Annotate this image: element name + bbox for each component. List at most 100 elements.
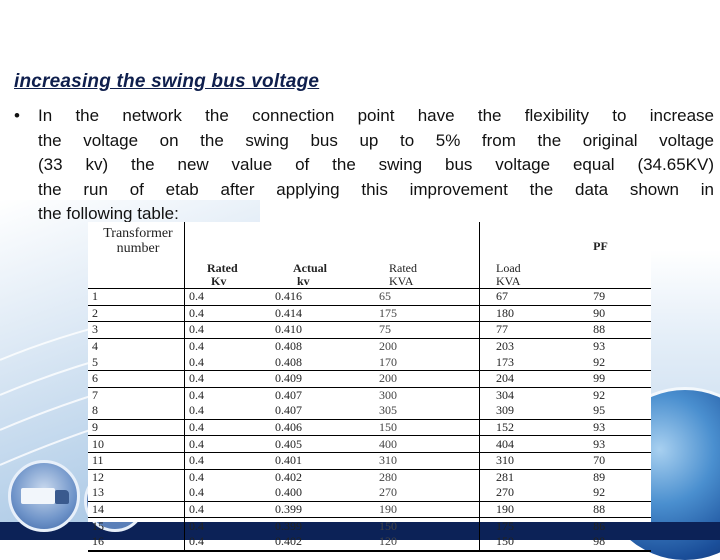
- cell-rated-kva: 305: [375, 403, 480, 420]
- cell-actual-kv: 0.402: [271, 533, 375, 552]
- cell-transformer-number: 12: [88, 469, 185, 486]
- cell-pf: 93: [553, 435, 651, 453]
- cell-rated-kva: 190: [375, 501, 480, 519]
- cell-rated-kv: 0.4: [189, 387, 204, 402]
- header-text: number: [116, 241, 160, 256]
- cell-rated-kva: 280: [379, 469, 397, 484]
- transformer-table: Transformer number Rated Kv Actual kv Ra…: [88, 222, 651, 552]
- cell-transformer-number: 3: [88, 321, 185, 339]
- cell-rated-kv: 0.4: [184, 305, 271, 323]
- cell-load-kva: 180: [479, 305, 554, 323]
- header-load-kva: Load KVA: [479, 222, 554, 289]
- cell-load-kva: 204: [479, 370, 554, 388]
- cell-load-kva: 404: [479, 435, 554, 453]
- cell-transformer-number: 9: [88, 419, 185, 437]
- cell-rated-kva: 175: [375, 305, 480, 323]
- cell-rated-kv: 0.4: [184, 321, 271, 339]
- cell-load-kva: 152: [479, 419, 554, 437]
- table-row: 3 0.4 0.410 75 77 88: [88, 321, 651, 339]
- cell-transformer-number: 2: [88, 305, 185, 323]
- header-rated-kv: Rated Kv: [184, 222, 271, 289]
- cell-actual-kv: 0.409: [271, 370, 375, 388]
- cell-actual-kv: 0.414: [271, 305, 375, 323]
- bullet-line: the voltage on the swing bus up to 5% fr…: [38, 130, 714, 150]
- header-text: Actual: [293, 261, 327, 275]
- cell-actual-kv: 0.405: [271, 435, 375, 453]
- cell-rated-kva: 200: [375, 370, 480, 388]
- cell-pf: 79: [553, 288, 651, 306]
- cell-pf: 99: [553, 370, 651, 388]
- truck-icon: [8, 460, 80, 532]
- bullet-text: In the network the connection point have…: [38, 104, 714, 227]
- cell-pf: 98: [553, 533, 651, 552]
- slide-title: increasing the swing bus voltage: [14, 71, 320, 92]
- cell-actual-kv: 0.408: [275, 339, 302, 354]
- cell-rated-kv: 0.4: [184, 370, 271, 388]
- cell-load-kva: 310: [479, 452, 554, 470]
- cell-pf: 92: [553, 354, 651, 371]
- truck-cab: [55, 490, 69, 504]
- cell-load-kva: 190: [479, 501, 554, 519]
- table-row: 9 0.4 0.406 150 152 93: [88, 419, 651, 437]
- cell-transformer-number: 15: [88, 517, 185, 534]
- bullet-line: (33 kv) the new value of the swing bus v…: [38, 155, 714, 174]
- cell-pf: 86: [593, 518, 606, 533]
- header-rated-kva: Rated KVA: [375, 222, 480, 289]
- cell-actual-kv: 0.406: [271, 419, 375, 437]
- cell-pf: 92: [593, 387, 606, 402]
- cell-transformer-number: 14: [88, 501, 185, 519]
- cell-rated-kva: 310: [375, 452, 480, 470]
- cell-rated-kva: 300: [379, 387, 397, 402]
- cell-rated-kv: 0.4: [184, 501, 271, 519]
- table-row: 11 0.4 0.401 310 310 70: [88, 452, 651, 470]
- cell-load-kva: 304: [479, 387, 554, 404]
- cell-rated-kv: 0.4: [184, 485, 271, 502]
- table-row: 5 0.4 0.408 170 173 92: [88, 354, 651, 371]
- cell-rated-kva: 75: [375, 321, 480, 339]
- cell-load-kva: 309: [479, 403, 554, 420]
- cell-rated-kv: 0.4: [184, 452, 271, 470]
- header-text: Kv: [211, 274, 227, 288]
- cell-actual-kv: 0.401: [271, 452, 375, 470]
- cell-rated-kv: 0.4: [189, 339, 204, 354]
- bullet-line: In the network the connection point have…: [38, 106, 714, 125]
- cell-transformer-number: 7: [88, 387, 185, 404]
- cell-rated-kva: 120: [375, 533, 480, 552]
- cell-rated-kva: 170: [375, 354, 480, 371]
- table-header-row: Transformer number Rated Kv Actual kv Ra…: [88, 222, 651, 289]
- cell-rated-kv: 0.4: [184, 419, 271, 437]
- cell-actual-kv: 0.407: [271, 403, 375, 420]
- cell-actual-kv: 0.410: [271, 321, 375, 339]
- cell-rated-kv: 0.4: [184, 435, 271, 453]
- cell-transformer-number: 6: [88, 370, 185, 388]
- data-table: Transformer number Rated Kv Actual kv Ra…: [88, 222, 651, 552]
- cell-load-kva: 281: [479, 469, 554, 486]
- header-text: Transformer: [103, 226, 173, 241]
- truck-trailer: [21, 488, 55, 504]
- cell-actual-kv: 0.399: [271, 501, 375, 519]
- cell-rated-kv: 0.4: [189, 518, 204, 533]
- cell-transformer-number: 10: [88, 435, 185, 453]
- header-text: PF: [593, 239, 608, 253]
- cell-rated-kv: 0.4: [184, 288, 271, 306]
- header-text: KVA: [496, 274, 521, 288]
- cell-transformer-number: 11: [88, 452, 185, 470]
- cell-pf: 93: [553, 419, 651, 437]
- cell-load-kva: 150: [479, 533, 554, 552]
- cell-load-kva: 270: [479, 485, 554, 502]
- header-text: kv: [297, 274, 310, 288]
- table-row: 1 0.4 0.416 65 67 79: [88, 288, 651, 306]
- cell-rated-kva: 200: [379, 339, 397, 354]
- header-transformer-number: Transformer number: [88, 222, 185, 289]
- table-row: 13 0.4 0.400 270 270 92: [88, 485, 651, 502]
- table-row: 8 0.4 0.407 305 309 95: [88, 403, 651, 420]
- table-row: 12 0.4 0.402 280 281 89: [88, 469, 651, 486]
- header-actual-kv: Actual kv: [271, 222, 375, 289]
- cell-pf: 70: [553, 452, 651, 470]
- cell-rated-kva: 150: [375, 419, 480, 437]
- table-body: 1 0.4 0.416 65 67 79 2 0.4 0.414 175 180 90 3 0.4 0.41…: [88, 288, 651, 552]
- table-row: 2 0.4 0.414 175 180 90: [88, 305, 651, 323]
- table-row: 6 0.4 0.409 200 204 99: [88, 370, 651, 388]
- table-row: 16 0.4 0.402 120 150 98: [88, 533, 651, 552]
- header-pf: PF: [553, 222, 651, 289]
